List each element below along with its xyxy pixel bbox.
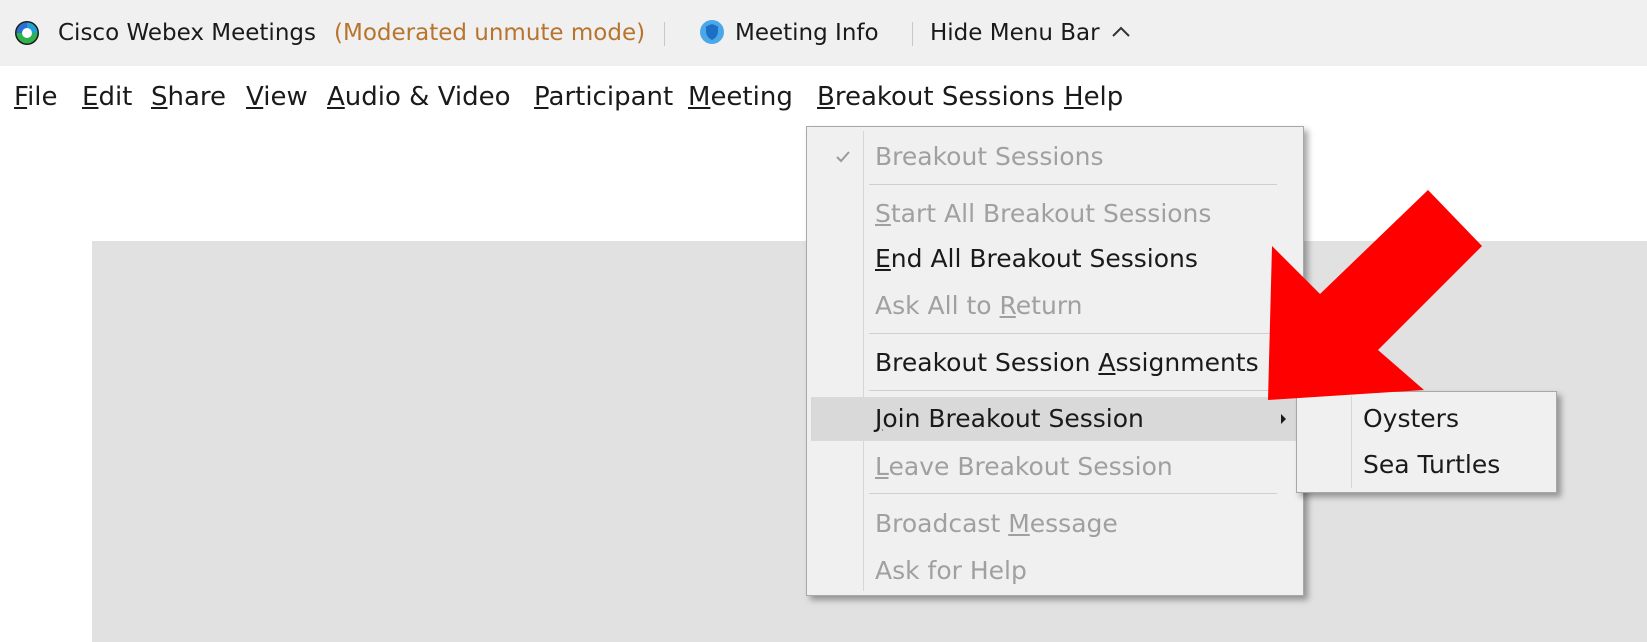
title-bar: Cisco Webex Meetings (Moderated unmute m… xyxy=(0,0,1647,66)
breakout-sessions-dropdown: Breakout Sessions Start All Breakout Ses… xyxy=(806,126,1304,596)
checkmark-icon xyxy=(836,151,850,163)
label-text: eturn xyxy=(1015,291,1083,320)
menu-audio-video-label: udio & Video xyxy=(344,82,511,112)
label-text: tart All Breakout Sessions xyxy=(890,199,1212,228)
menu-share-mnemonic: S xyxy=(151,82,168,112)
menu-item-label: Start All Breakout Sessions xyxy=(875,192,1211,236)
title-separator xyxy=(664,22,665,46)
menu-item-label: Breakout Session Assignments xyxy=(875,341,1259,385)
webex-logo-icon xyxy=(15,21,39,45)
menu-meeting-mnemonic: M xyxy=(688,82,711,112)
menu-view-label: iew xyxy=(263,82,308,112)
mnemonic: L xyxy=(875,452,889,481)
menu-meeting[interactable]: Meeting xyxy=(688,79,793,115)
menu-item-breakout-session-assignments[interactable]: Breakout Session Assignments xyxy=(811,341,1299,385)
label-text: ssignments xyxy=(1115,348,1259,377)
label-text: Ask All to xyxy=(875,291,1000,320)
shield-info-icon[interactable] xyxy=(699,19,725,45)
menu-item-label: Ask for Help xyxy=(875,556,1027,585)
label-text: Breakout Session xyxy=(875,348,1099,377)
menu-separator xyxy=(869,333,1277,334)
menu-edit[interactable]: Edit xyxy=(82,79,132,115)
menu-separator xyxy=(869,184,1277,185)
mnemonic: M xyxy=(1008,509,1030,538)
label-text: Broadcast xyxy=(875,509,1009,538)
menu-edit-mnemonic: E xyxy=(82,82,99,112)
menu-breakout-sessions[interactable]: Breakout Sessions xyxy=(817,79,1055,115)
app-title: Cisco Webex Meetings xyxy=(58,20,316,46)
moderated-mode-label: (Moderated unmute mode) xyxy=(334,20,646,46)
label-text: eave Breakout Session xyxy=(888,452,1173,481)
menu-file-mnemonic: F xyxy=(14,82,28,112)
submenu-item-label: Sea Turtles xyxy=(1363,450,1501,479)
menu-edit-label: dit xyxy=(98,82,133,112)
menu-breakout-sessions-mnemonic: B xyxy=(817,82,835,112)
menu-audio-video[interactable]: Audio & Video xyxy=(327,79,511,115)
mnemonic: R xyxy=(999,291,1016,320)
red-arrow-annotation xyxy=(1268,190,1482,400)
menu-help[interactable]: Help xyxy=(1064,79,1123,115)
label-text: oin Breakout Session xyxy=(882,404,1144,433)
label-text: nd All Breakout Sessions xyxy=(890,244,1198,273)
menu-separator xyxy=(869,390,1277,391)
menu-item-label: Broadcast Message xyxy=(875,502,1118,546)
menu-file[interactable]: File xyxy=(14,79,58,115)
menu-separator xyxy=(869,493,1277,494)
meeting-info-button[interactable]: Meeting Info xyxy=(735,14,879,52)
menu-item-label: Ask All to Return xyxy=(875,284,1083,328)
menu-item-join-breakout-session[interactable]: Join Breakout Session xyxy=(811,397,1299,441)
menu-breakout-sessions-label: reakout Sessions xyxy=(834,82,1055,112)
mnemonic: A xyxy=(1098,348,1116,377)
menu-item-broadcast-message[interactable]: Broadcast Message xyxy=(811,502,1299,546)
menu-audio-video-mnemonic: A xyxy=(327,82,345,112)
mnemonic: E xyxy=(875,244,891,273)
menu-item-label: End All Breakout Sessions xyxy=(875,237,1198,281)
menu-item-ask-all-to-return[interactable]: Ask All to Return xyxy=(811,284,1299,328)
label-text: essage xyxy=(1029,509,1118,538)
menu-participant-mnemonic: P xyxy=(534,82,549,112)
menu-item-end-all-breakout-sessions[interactable]: End All Breakout Sessions xyxy=(811,237,1299,281)
menu-share-label: hare xyxy=(167,82,227,112)
menu-item-label: Leave Breakout Session xyxy=(875,445,1173,489)
submenu-item-sea-turtles[interactable]: Sea Turtles xyxy=(1301,443,1552,487)
title-separator xyxy=(912,22,913,46)
menu-share[interactable]: Share xyxy=(151,79,226,115)
menu-meeting-label: eeting xyxy=(710,82,793,112)
menu-help-mnemonic: H xyxy=(1064,82,1084,112)
menu-item-breakout-sessions[interactable]: Breakout Sessions xyxy=(811,135,1299,179)
menu-file-label: ile xyxy=(27,82,58,112)
menu-participant-label: articipant xyxy=(548,82,674,112)
menu-view-mnemonic: V xyxy=(246,82,264,112)
menu-item-label: Breakout Sessions xyxy=(875,142,1104,171)
hide-menu-bar-button[interactable]: Hide Menu Bar xyxy=(930,14,1100,52)
menu-help-label: elp xyxy=(1083,82,1124,112)
mnemonic: S xyxy=(875,199,891,228)
menu-item-leave-breakout-session[interactable]: Leave Breakout Session xyxy=(811,445,1299,489)
chevron-up-icon[interactable] xyxy=(1110,24,1132,40)
menu-item-start-all-breakout-sessions[interactable]: Start All Breakout Sessions xyxy=(811,192,1299,236)
menu-item-ask-for-help[interactable]: Ask for Help xyxy=(811,549,1299,593)
menu-item-label: Join Breakout Session xyxy=(875,397,1144,441)
menu-participant[interactable]: Participant xyxy=(534,79,673,115)
menu-view[interactable]: View xyxy=(246,79,308,115)
menu-bar: File Edit Share View Audio & Video Parti… xyxy=(0,66,1647,128)
